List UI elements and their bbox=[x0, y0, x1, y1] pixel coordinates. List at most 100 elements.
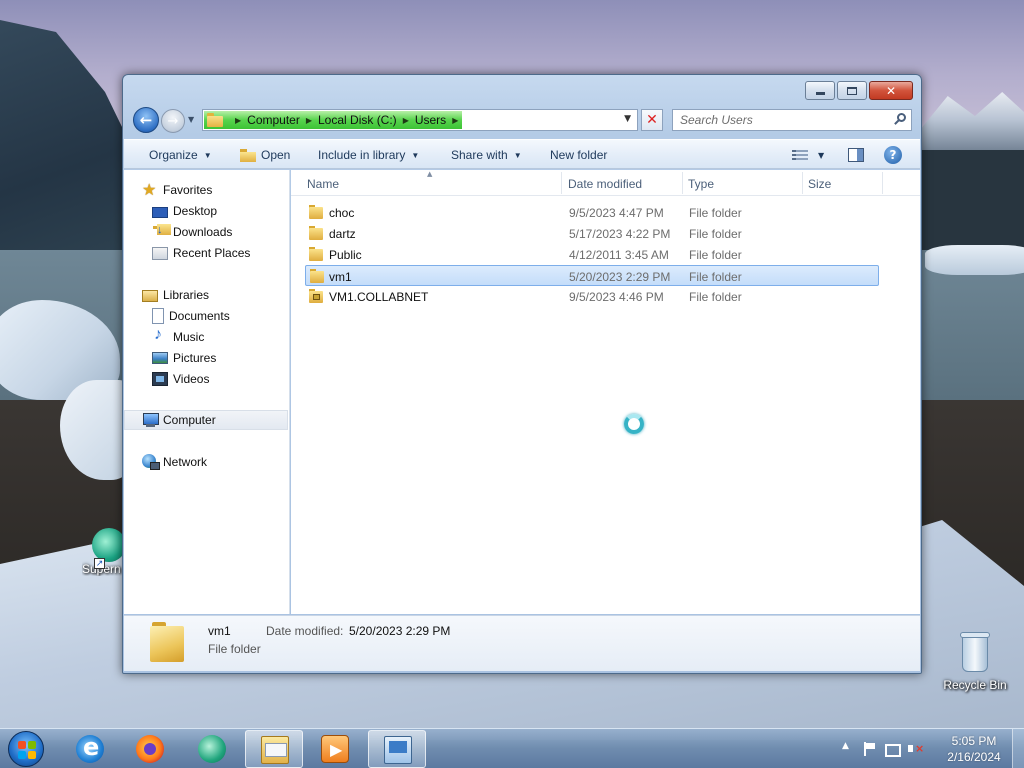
clock[interactable]: 5:05 PM 2/16/2024 bbox=[944, 733, 1004, 765]
column-name[interactable]: Name bbox=[307, 177, 339, 191]
close-button[interactable]: ✕ bbox=[869, 81, 913, 100]
help-icon[interactable]: ? bbox=[884, 146, 902, 164]
details-pane: vm1 File folder Date modified: 5/20/2023… bbox=[124, 615, 920, 671]
share-with-button[interactable]: Share with ▼ bbox=[451, 148, 522, 162]
network-icon bbox=[142, 454, 160, 470]
navigation-pane: Favorites Desktop Downloads Recent Place… bbox=[124, 170, 290, 614]
address-bar[interactable]: ▶ Computer ▶ Local Disk (C:) ▶ Users ▶ ▼ bbox=[202, 109, 638, 131]
desktop-icon-supernote[interactable]: ↗ Supern bbox=[82, 528, 126, 576]
taskbar-media-player[interactable] bbox=[306, 730, 364, 768]
column-date-modified[interactable]: Date modified bbox=[568, 177, 642, 191]
maximize-button[interactable] bbox=[837, 81, 867, 100]
details-type: File folder bbox=[208, 642, 261, 656]
documents-icon bbox=[152, 308, 164, 324]
chevron-down-icon[interactable]: ▼ bbox=[818, 151, 824, 160]
windows-logo-icon bbox=[18, 741, 36, 759]
organize-label: Organize bbox=[149, 148, 198, 162]
minimize-icon bbox=[815, 91, 825, 95]
taskbar-edge[interactable] bbox=[183, 730, 241, 768]
stop-button[interactable]: ✕ bbox=[641, 109, 663, 131]
details-date-label: Date modified: bbox=[266, 624, 344, 638]
chevron-right-icon[interactable]: ▶ bbox=[235, 116, 241, 125]
command-bar: Organize ▼ Open Include in library ▼ Sha… bbox=[124, 139, 920, 169]
breadcrumb-local-disk[interactable]: Local Disk (C:) bbox=[318, 113, 397, 127]
desktop-icon-label: Recycle Bin bbox=[943, 678, 1007, 692]
chevron-down-icon: ▼ bbox=[203, 150, 212, 160]
forward-button[interactable]: → bbox=[161, 109, 185, 133]
search-box bbox=[672, 109, 912, 131]
include-in-library-button[interactable]: Include in library ▼ bbox=[318, 148, 419, 162]
recent-pages-dropdown[interactable]: ▼ bbox=[188, 115, 198, 125]
nav-computer[interactable]: Computer bbox=[124, 410, 288, 430]
taskbar-firefox[interactable] bbox=[121, 730, 179, 768]
chevron-down-icon[interactable]: ▼ bbox=[624, 114, 631, 124]
nav-label: Favorites bbox=[163, 183, 213, 197]
view-options-icon[interactable] bbox=[792, 150, 808, 161]
nav-label: Recent Places bbox=[173, 246, 251, 260]
close-icon: ✕ bbox=[646, 112, 658, 128]
taskbar-internet-explorer[interactable] bbox=[61, 730, 119, 768]
column-type[interactable]: Type bbox=[688, 177, 714, 191]
chevron-right-icon[interactable]: ▶ bbox=[403, 116, 409, 125]
breadcrumb-users[interactable]: Users bbox=[415, 113, 446, 127]
nav-label: Downloads bbox=[173, 225, 233, 239]
nav-music[interactable]: Music bbox=[124, 326, 288, 347]
file-name: Public bbox=[329, 248, 362, 262]
recent-places-icon bbox=[152, 246, 168, 260]
nav-recent-places[interactable]: Recent Places bbox=[124, 243, 288, 263]
nav-favorites[interactable]: Favorites bbox=[124, 180, 288, 200]
remote-desktop-icon bbox=[384, 736, 412, 764]
nav-desktop[interactable]: Desktop bbox=[124, 201, 288, 221]
column-size[interactable]: Size bbox=[808, 177, 831, 191]
chevron-right-icon[interactable]: ▶ bbox=[306, 116, 312, 125]
open-button[interactable]: Open bbox=[240, 148, 290, 162]
title-bar[interactable]: ✕ bbox=[123, 75, 921, 105]
action-center-flag-icon[interactable] bbox=[861, 741, 879, 757]
nav-downloads[interactable]: Downloads bbox=[124, 222, 288, 242]
internet-explorer-icon bbox=[76, 733, 104, 763]
new-folder-button[interactable]: New folder bbox=[550, 148, 607, 162]
open-label: Open bbox=[261, 148, 291, 162]
folder-icon bbox=[310, 269, 326, 283]
file-date: 5/20/2023 2:29 PM bbox=[569, 270, 671, 284]
desktop-icon-recycle-bin[interactable]: Recycle Bin bbox=[940, 630, 1010, 692]
file-row[interactable]: choc 9/5/2023 4:47 PM File folder bbox=[305, 202, 879, 223]
nav-label: Videos bbox=[173, 372, 210, 386]
nav-network[interactable]: Network bbox=[124, 452, 288, 472]
file-list: ▲ Name Date modified Type Size choc 9/5/… bbox=[291, 170, 920, 614]
show-desktop-button[interactable] bbox=[1012, 729, 1024, 768]
details-date-value: 5/20/2023 2:29 PM bbox=[349, 624, 451, 638]
chevron-right-icon[interactable]: ▶ bbox=[452, 116, 458, 125]
file-row[interactable]: Public 4/12/2011 3:45 AM File folder bbox=[305, 244, 879, 265]
back-button[interactable]: ← bbox=[133, 107, 159, 133]
show-hidden-icons-icon[interactable]: ▲ bbox=[842, 741, 856, 757]
file-date: 4/12/2011 3:45 AM bbox=[569, 248, 669, 262]
breadcrumb-computer[interactable]: Computer bbox=[247, 113, 300, 127]
sort-ascending-icon: ▲ bbox=[427, 170, 433, 178]
search-input[interactable] bbox=[673, 110, 887, 130]
music-icon bbox=[152, 326, 168, 345]
nav-videos[interactable]: Videos bbox=[124, 369, 288, 389]
start-button[interactable] bbox=[8, 731, 44, 767]
file-row-selected[interactable]: vm1 5/20/2023 2:29 PM File folder bbox=[305, 265, 879, 286]
nav-label: Music bbox=[173, 330, 205, 344]
nav-label: Network bbox=[163, 455, 208, 469]
firefox-icon bbox=[136, 735, 164, 763]
preview-pane-icon[interactable] bbox=[848, 148, 864, 162]
file-row[interactable]: VM1.COLLABNET 9/5/2023 4:46 PM File fold… bbox=[305, 286, 879, 307]
nav-libraries[interactable]: Libraries bbox=[124, 285, 288, 305]
nav-pictures[interactable]: Pictures bbox=[124, 348, 288, 368]
minimize-button[interactable] bbox=[805, 81, 835, 100]
nav-documents[interactable]: Documents bbox=[124, 306, 288, 326]
close-icon: ✕ bbox=[885, 83, 897, 98]
network-status-icon[interactable] bbox=[884, 741, 902, 757]
volume-muted-icon[interactable] bbox=[907, 741, 925, 757]
file-row[interactable]: dartz 5/17/2023 4:22 PM File folder bbox=[305, 223, 879, 244]
new-folder-label: New folder bbox=[550, 148, 608, 162]
organize-button[interactable]: Organize ▼ bbox=[149, 148, 212, 162]
taskbar-windows-explorer[interactable] bbox=[245, 730, 303, 768]
nav-label: Documents bbox=[169, 309, 230, 323]
taskbar-remote-desktop[interactable] bbox=[368, 730, 426, 768]
file-type: File folder bbox=[689, 248, 742, 262]
search-icon[interactable] bbox=[893, 113, 907, 127]
